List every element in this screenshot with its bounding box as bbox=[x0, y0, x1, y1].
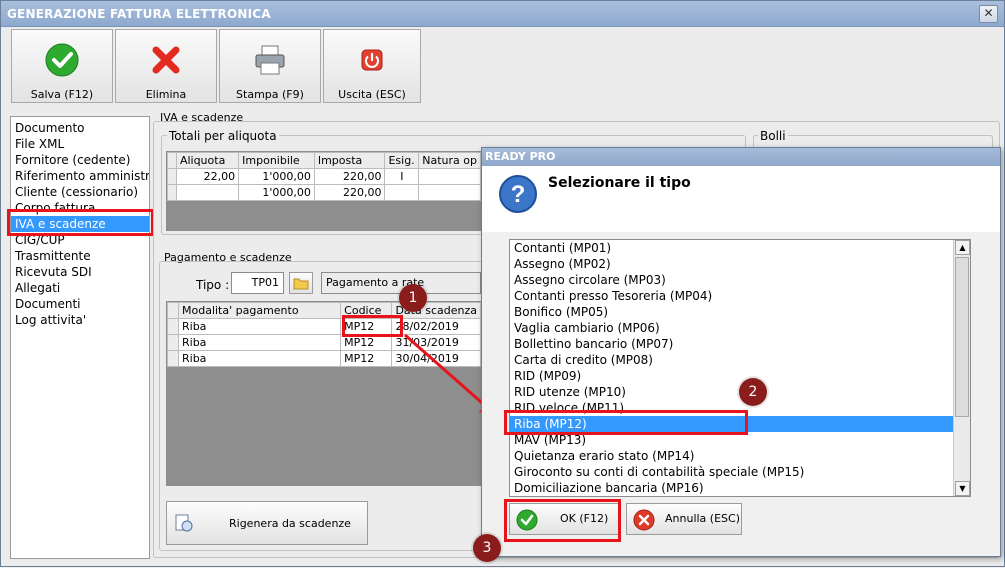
list-item[interactable]: Contanti (MP01) bbox=[510, 240, 970, 256]
main-window: GENERAZIONE FATTURA ELETTRONICA ✕ Salva … bbox=[0, 0, 1005, 567]
list-item[interactable]: Quietanza erario stato (MP14) bbox=[510, 448, 970, 464]
dialog-title: READY PRO bbox=[482, 148, 1000, 166]
step-badge-2: 2 bbox=[739, 378, 767, 406]
list-item[interactable]: Bollettino bancario (MP07) bbox=[510, 336, 970, 352]
cancel-x-icon bbox=[633, 509, 655, 531]
list-item[interactable]: Carta di credito (MP08) bbox=[510, 352, 970, 368]
payment-type-list[interactable]: Contanti (MP01) Assegno (MP02) Assegno c… bbox=[509, 239, 971, 497]
list-item[interactable]: Bonifico (MP05) bbox=[510, 304, 970, 320]
list-item[interactable]: Contanti presso Tesoreria (MP04) bbox=[510, 288, 970, 304]
highlight-box-ok bbox=[504, 499, 621, 542]
scroll-down-icon[interactable]: ▼ bbox=[955, 481, 970, 496]
list-scrollbar[interactable]: ▲ ▼ bbox=[953, 240, 970, 496]
list-item[interactable]: Giroconto su conti di contabilità specia… bbox=[510, 464, 970, 480]
list-item[interactable]: Vaglia cambiario (MP06) bbox=[510, 320, 970, 336]
scroll-thumb[interactable] bbox=[955, 257, 969, 417]
list-item[interactable]: Assegno circolare (MP03) bbox=[510, 272, 970, 288]
svg-text:?: ? bbox=[511, 181, 526, 208]
step-badge-3: 3 bbox=[473, 534, 501, 562]
cancel-label: Annulla (ESC) bbox=[665, 512, 740, 525]
list-item[interactable]: Assegno (MP02) bbox=[510, 256, 970, 272]
step-badge-1: 1 bbox=[399, 284, 427, 312]
question-icon: ? bbox=[499, 175, 537, 213]
dialog-heading: Selezionare il tipo bbox=[548, 175, 691, 191]
highlight-box-riba bbox=[504, 410, 748, 435]
cancel-button[interactable]: Annulla (ESC) bbox=[626, 503, 742, 535]
select-type-dialog: READY PRO ? Selezionare il tipo Contanti… bbox=[481, 147, 1001, 557]
dialog-header: ? Selezionare il tipo bbox=[482, 166, 1000, 232]
scroll-up-icon[interactable]: ▲ bbox=[955, 240, 970, 255]
list-item[interactable]: Domiciliazione bancaria (MP16) bbox=[510, 480, 970, 496]
list-item[interactable]: RID (MP09) bbox=[510, 368, 970, 384]
